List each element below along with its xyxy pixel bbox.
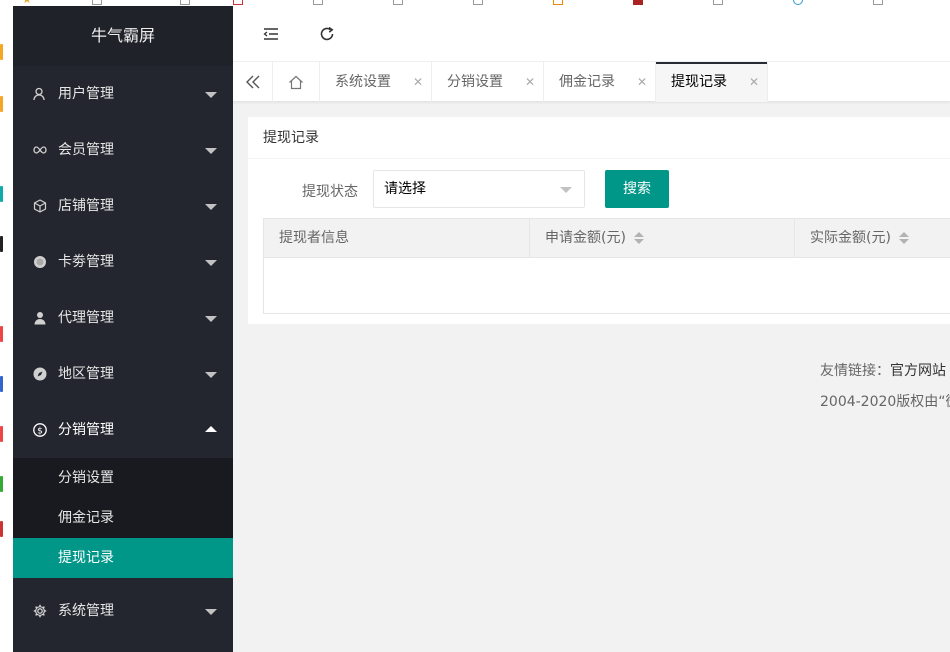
chevron-down-icon (205, 260, 217, 266)
circle-icon (33, 255, 47, 269)
double-chevron-left-icon[interactable] (233, 62, 273, 102)
tab-label: 提现记录 (671, 74, 727, 90)
status-filter-label: 提现状态 (302, 184, 358, 200)
close-icon[interactable]: ✕ (525, 62, 535, 102)
friend-links-label: 友情链接： (820, 363, 890, 379)
sidebar-item-label: 系统管理 (58, 603, 114, 619)
sidebar-item-label: 用户管理 (58, 86, 114, 102)
chevron-down-icon (205, 609, 217, 615)
browser-left-edge (0, 6, 13, 652)
refresh-icon[interactable] (317, 24, 337, 44)
person-icon (33, 311, 47, 325)
tab-label: 系统设置 (335, 74, 391, 90)
card-title: 提现记录 (248, 117, 950, 159)
search-button[interactable]: 搜索 (605, 170, 669, 208)
svg-text:$: $ (37, 427, 43, 437)
table-header: 提现者信息 申请金额(元) 实际金额(元) (264, 219, 950, 258)
sort-icon[interactable] (633, 232, 644, 244)
chevron-down-icon (205, 372, 217, 378)
star-icon: ★ (22, 0, 32, 6)
bookmark-item[interactable] (233, 0, 246, 5)
friend-link-official-site[interactable]: 官方网站 (890, 363, 946, 379)
column-header-applicant: 提现者信息 (264, 219, 530, 258)
infinity-icon (33, 143, 47, 157)
sidebar-item-label: 代理管理 (58, 310, 114, 326)
gear-icon (33, 604, 47, 618)
chevron-down-icon (205, 204, 217, 210)
chevron-down-icon (560, 187, 572, 193)
menu-collapse-icon[interactable] (261, 24, 281, 44)
compass-icon (33, 367, 47, 381)
bookmark-item[interactable] (553, 0, 566, 5)
sidebar-item-label: 卡劵管理 (58, 254, 114, 270)
bookmark-item[interactable] (633, 0, 646, 5)
records-table: 提现者信息 申请金额(元) 实际金额(元) (263, 218, 950, 314)
column-label: 申请金额(元) (545, 230, 626, 246)
sidebar-subitem-withdrawal-records[interactable]: 提现记录 (13, 538, 233, 578)
friend-links: 友情链接：官方网站 (820, 360, 946, 380)
bookmark-item[interactable] (393, 0, 406, 5)
chevron-down-icon (205, 316, 217, 322)
close-icon[interactable]: ✕ (637, 62, 647, 102)
sidebar-subitem-commission-records[interactable]: 佣金记录 (13, 498, 233, 538)
sidebar-item-coupons[interactable]: 卡劵管理 (13, 234, 233, 290)
tab-withdrawal-records[interactable]: 提现记录 ✕ (656, 62, 768, 102)
close-icon[interactable]: ✕ (749, 62, 759, 102)
app-logo: 牛气霸屏 (13, 6, 233, 66)
bookmark-item[interactable] (473, 0, 486, 5)
sidebar-item-members[interactable]: 会员管理 (13, 122, 233, 178)
chevron-down-icon (205, 148, 217, 154)
column-header-requested-amount[interactable]: 申请金额(元) (530, 219, 795, 258)
sidebar-item-label: 会员管理 (58, 142, 114, 158)
sidebar-item-agents[interactable]: 代理管理 (13, 290, 233, 346)
tab-label: 佣金记录 (559, 74, 615, 90)
sidebar-item-distribution[interactable]: $ 分销管理 (13, 402, 233, 458)
tab-label: 分销设置 (447, 74, 503, 90)
sidebar-item-label: 店铺管理 (58, 198, 114, 214)
chevron-down-icon (205, 92, 217, 98)
bookmark-item[interactable] (793, 0, 806, 5)
column-header-actual-amount[interactable]: 实际金额(元) (795, 219, 950, 258)
copyright-text: 2004-2020版权由“微 (820, 394, 950, 410)
select-value: 请选择 (384, 181, 426, 197)
sidebar-item-system[interactable]: 系统管理 (13, 583, 233, 639)
bookmark-item[interactable] (180, 0, 193, 5)
bookmark-item[interactable] (313, 0, 326, 5)
sidebar-item-shops[interactable]: 店铺管理 (13, 178, 233, 234)
sidebar-submenu-distribution: 分销设置 佣金记录 提现记录 (13, 458, 233, 578)
table-body (264, 258, 950, 313)
close-icon[interactable]: ✕ (413, 62, 423, 102)
home-icon[interactable] (273, 62, 320, 102)
tab-commission-records[interactable]: 佣金记录 ✕ (544, 62, 656, 102)
status-select[interactable]: 请选择 (373, 170, 585, 208)
sidebar-item-label: 分销管理 (58, 422, 114, 438)
sort-icon[interactable] (898, 232, 909, 244)
sidebar-item-users[interactable]: 用户管理 (13, 66, 233, 122)
sidebar-item-label: 地区管理 (58, 366, 114, 382)
sidebar-subitem-distribution-settings[interactable]: 分销设置 (13, 458, 233, 498)
sidebar: 牛气霸屏 用户管理 会员管理 店铺管理 卡劵管理 代理管理 地区管理 $ 分销管… (13, 6, 233, 652)
sidebar-item-regions[interactable]: 地区管理 (13, 346, 233, 402)
bookmark-item[interactable] (92, 0, 105, 5)
withdrawal-records-card: 提现记录 提现状态 请选择 搜索 提现者信息 申请金额(元) 实际金额(元) (248, 117, 950, 324)
column-label: 实际金额(元) (810, 230, 891, 246)
tab-bar: 系统设置 ✕ 分销设置 ✕ 佣金记录 ✕ 提现记录 ✕ (233, 62, 950, 102)
top-header (233, 6, 950, 62)
dollar-icon: $ (33, 423, 47, 437)
chevron-up-icon (205, 426, 217, 432)
tab-distribution-settings[interactable]: 分销设置 ✕ (432, 62, 544, 102)
bookmark-item[interactable] (713, 0, 726, 5)
tab-system-settings[interactable]: 系统设置 ✕ (320, 62, 432, 102)
column-label: 提现者信息 (279, 230, 349, 246)
bookmark-item[interactable] (873, 0, 886, 5)
box-icon (33, 199, 47, 213)
user-icon (33, 87, 47, 101)
